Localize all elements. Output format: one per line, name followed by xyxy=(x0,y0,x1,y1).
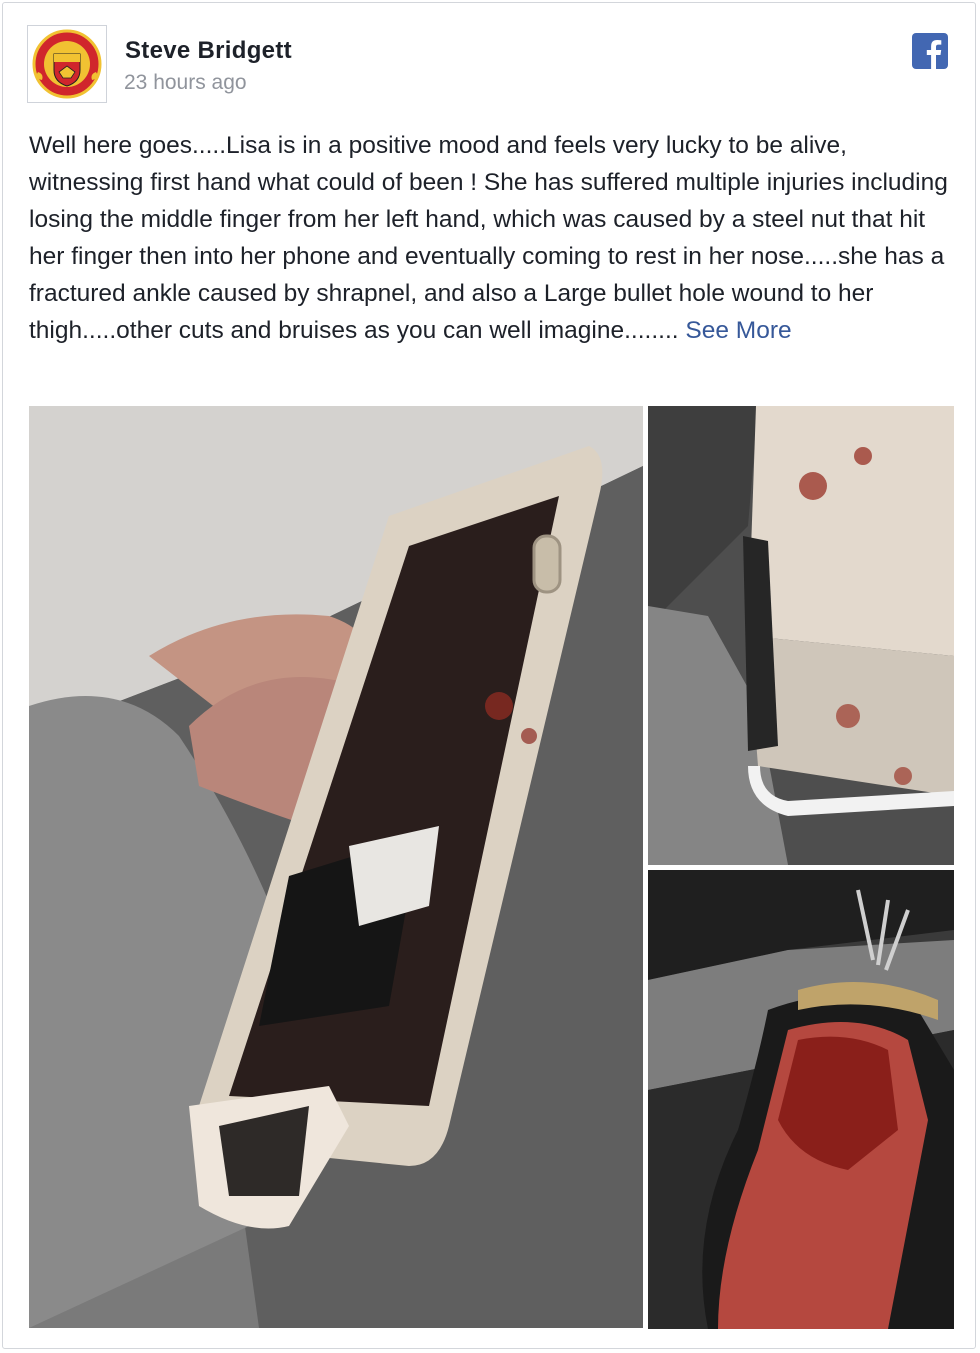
post-body: Well here goes.....Lisa is in a positive… xyxy=(29,127,959,349)
see-more-link[interactable]: See More xyxy=(685,317,791,344)
photo-phone-closeup-image xyxy=(648,406,954,865)
facebook-icon xyxy=(912,33,948,69)
post-timestamp[interactable]: 23 hours ago xyxy=(124,71,247,95)
photo-damaged-phone-image xyxy=(29,406,643,1328)
photo-shoe-image xyxy=(648,870,954,1329)
photo-damaged-phone[interactable] xyxy=(29,406,643,1328)
photo-phone-closeup[interactable] xyxy=(648,406,954,865)
post-body-text: Well here goes.....Lisa is in a positive… xyxy=(29,132,948,344)
photo-shoe[interactable] xyxy=(648,870,954,1329)
club-crest-icon xyxy=(32,29,102,99)
facebook-post-card: Steve Bridgett 23 hours ago Well here go… xyxy=(2,2,976,1349)
avatar[interactable] xyxy=(27,25,107,103)
post-author-name[interactable]: Steve Bridgett xyxy=(125,37,292,65)
